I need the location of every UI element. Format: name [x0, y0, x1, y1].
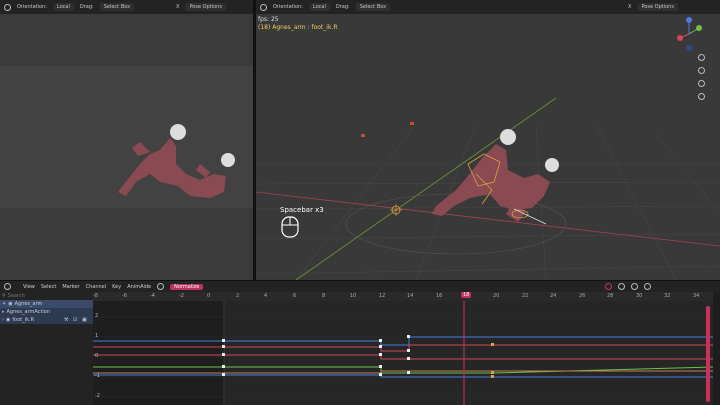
y-tick: 0 — [95, 353, 99, 359]
lock-icon[interactable]: ▣ — [82, 317, 87, 323]
y-tick: -1 — [95, 373, 100, 379]
frame-tick: 2 — [236, 293, 240, 299]
orientation-icon[interactable] — [4, 3, 11, 11]
frame-tick: 34 — [693, 293, 700, 299]
wrench-icon[interactable]: ⚒ — [64, 317, 68, 323]
navigation-gizmo[interactable] — [676, 14, 706, 54]
eye-icon[interactable]: ◉ — [6, 317, 10, 323]
frame-tick: 16 — [436, 293, 443, 299]
pose-options-dropdown[interactable]: Pose Options — [637, 3, 678, 11]
graph-area[interactable]: 2 1 0 -1 -2 — [93, 301, 713, 405]
left-viewport-header: Orientation: Local Drag: Select Box X Po… — [0, 0, 257, 14]
keystroke-overlay: Spacebar x3 — [280, 206, 324, 238]
menu-marker[interactable]: Marker — [62, 284, 79, 290]
x-mirror-toggle[interactable]: X — [176, 4, 179, 10]
x-axis-line — [256, 191, 720, 247]
search-placeholder: Search — [7, 293, 25, 299]
frame-tick: 0 — [207, 293, 211, 299]
time-ruler[interactable]: -8 -6 -4 -2 0 2 4 6 8 10 12 14 16 18 20 … — [93, 292, 713, 301]
frame-tick: -4 — [150, 293, 155, 299]
mouse-icon — [281, 216, 299, 238]
normalize-button[interactable]: Normalize — [170, 283, 204, 290]
orientation-dropdown[interactable]: Local — [52, 3, 74, 11]
channel-label: Agnes_arm — [14, 301, 43, 307]
camera-icon[interactable] — [698, 80, 705, 87]
y-tick: 1 — [95, 333, 99, 339]
eye-icon[interactable]: ◉ — [8, 301, 12, 307]
menu-view[interactable]: View — [23, 284, 35, 290]
graph-editor-header: View Select Marker Channel Key AnimAide … — [0, 281, 720, 292]
checkbox-icon[interactable]: ☑ — [73, 317, 77, 323]
frame-tick: -2 — [179, 293, 184, 299]
drag-label: Drag: — [79, 4, 94, 10]
channel-action[interactable]: ▸ Agnes_armAction — [0, 308, 93, 316]
overlay-icon[interactable] — [644, 283, 652, 290]
grid-floor — [256, 97, 720, 280]
keystroke-text: Spacebar x3 — [280, 206, 324, 214]
frame-tick: 32 — [664, 293, 671, 299]
frame-tick: 24 — [550, 293, 557, 299]
drag-label: Drag: — [335, 4, 350, 10]
viewport-toolbar — [698, 54, 705, 100]
channel-region: ⚲ Search ✦ ◉ Agnes_arm ▸ Agnes_armAction… — [0, 292, 93, 405]
search-icon: ⚲ — [2, 293, 6, 299]
frame-tick: 10 — [350, 293, 357, 299]
grid-icon[interactable] — [698, 93, 705, 100]
menu-animaide[interactable]: AnimAide — [127, 284, 151, 290]
y-tick: 2 — [95, 313, 99, 319]
frame-tick: 28 — [607, 293, 614, 299]
search-field[interactable]: ⚲ Search — [0, 292, 93, 300]
armature-icon: ✦ — [2, 301, 7, 307]
current-frame-indicator[interactable]: 18 — [461, 292, 472, 298]
main-viewport[interactable]: fps: 25 (18) Agnes_arm : foot_ik.R Space… — [256, 14, 720, 280]
pose-options-dropdown[interactable]: Pose Options — [185, 3, 226, 11]
orientation-icon[interactable] — [260, 3, 267, 11]
proportional-icon[interactable] — [157, 283, 165, 290]
channel-bone[interactable]: › ◉ foot_ik.R ⚒ ☑ ▣ — [0, 316, 93, 324]
channel-object[interactable]: ✦ ◉ Agnes_arm — [0, 300, 93, 308]
snap-icon[interactable] — [631, 283, 639, 290]
left-viewport[interactable] — [0, 14, 253, 280]
frame-tick: 30 — [636, 293, 643, 299]
channel-label: foot_ik.R — [12, 317, 35, 323]
frame-tick: 6 — [293, 293, 297, 299]
orientation-label: Orientation: — [17, 4, 47, 10]
x-mirror-toggle[interactable]: X — [628, 4, 631, 10]
orientation-dropdown[interactable]: Local — [308, 3, 330, 11]
light-icon — [361, 134, 365, 137]
zoom-icon[interactable] — [698, 54, 705, 61]
chevron-right-icon[interactable]: › — [2, 317, 4, 323]
y-tick: -2 — [95, 393, 100, 399]
graph-scrollbar[interactable] — [706, 306, 710, 402]
light-icon — [410, 122, 414, 125]
frame-tick: 12 — [379, 293, 386, 299]
frame-tick: -6 — [122, 293, 127, 299]
frame-tick: 22 — [522, 293, 529, 299]
frame-tick: 14 — [407, 293, 414, 299]
frame-tick: 20 — [493, 293, 500, 299]
right-viewport-header: Orientation: Local Drag: Select Box X Po… — [256, 0, 720, 14]
frame-tick: 26 — [579, 293, 586, 299]
frame-tick: -8 — [93, 293, 98, 299]
frame-tick: 4 — [264, 293, 268, 299]
menu-channel[interactable]: Channel — [86, 284, 107, 290]
menu-select[interactable]: Select — [41, 284, 56, 290]
filter-icon[interactable] — [605, 283, 613, 290]
pan-hand-icon[interactable] — [698, 67, 705, 74]
frame-tick: 8 — [322, 293, 326, 299]
channel-label: Agnes_armAction — [6, 309, 51, 315]
menu-key[interactable]: Key — [112, 284, 121, 290]
action-icon: ▸ — [2, 309, 5, 315]
drag-dropdown[interactable]: Select Box — [99, 3, 135, 11]
character-figures-left — [118, 124, 235, 198]
pivot-icon[interactable] — [618, 283, 626, 290]
orientation-label: Orientation: — [273, 4, 303, 10]
editor-type-icon[interactable] — [4, 283, 11, 290]
drag-dropdown[interactable]: Select Box — [355, 3, 391, 11]
fcurves — [93, 301, 713, 405]
